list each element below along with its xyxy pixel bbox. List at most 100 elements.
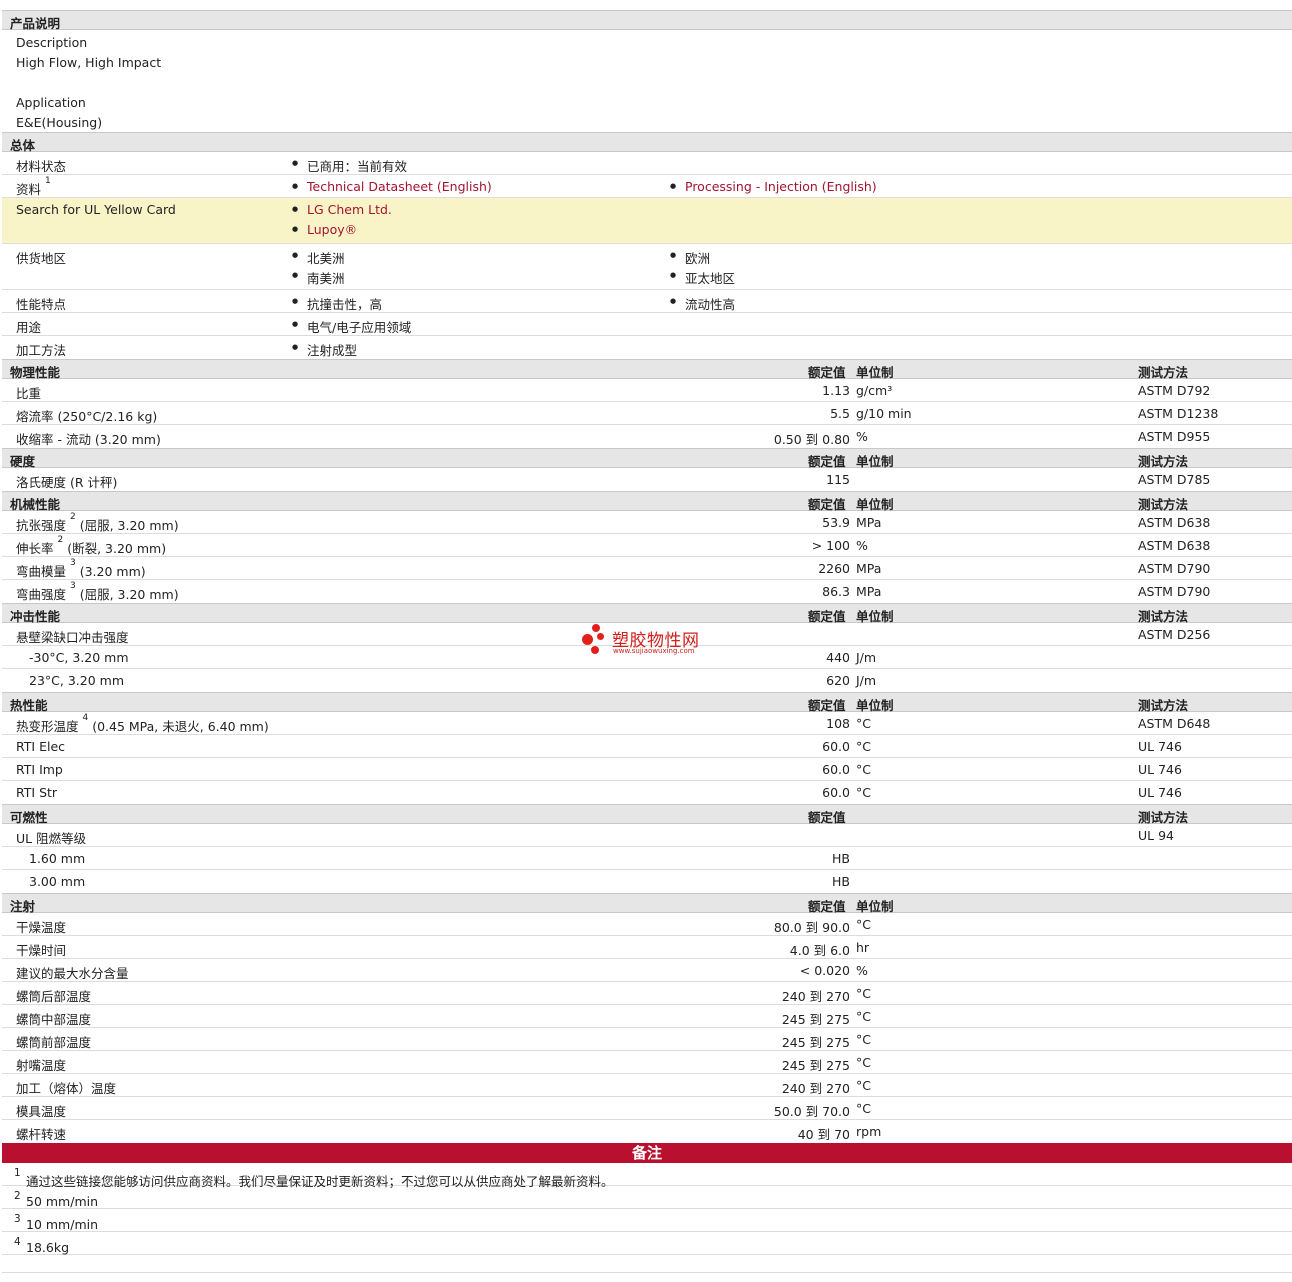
general-row-ul: Search for UL Yellow Card LG Chem Ltd. L…: [2, 198, 1292, 244]
property-row: 加工（熔体）温度 240 到 270 °C: [2, 1074, 1292, 1097]
property-unit: °C: [856, 1032, 871, 1047]
test-method: ASTM D1238: [1138, 406, 1219, 421]
section-impact: 冲击性能 额定值 单位制 测试方法: [2, 603, 1292, 624]
property-row: 23°C, 3.20 mm 620 J/m: [2, 669, 1292, 692]
section-hardness: 硬度 额定值 单位制 测试方法: [2, 448, 1292, 469]
property-unit: rpm: [856, 1124, 882, 1139]
application-label: Application: [16, 95, 86, 110]
property-row: 螺筒中部温度 245 到 275 °C: [2, 1005, 1292, 1028]
test-method: UL 94: [1138, 828, 1174, 843]
footnote-text: 10 mm/min: [26, 1217, 99, 1232]
footnote: 2 50 mm/min: [2, 1186, 1292, 1209]
test-method: ASTM D790: [1138, 584, 1211, 599]
property-row: 比重 1.13 g/cm³ ASTM D792: [2, 379, 1292, 402]
use-item: 电气/电子应用领域: [292, 317, 411, 336]
property-label: 螺筒中部温度: [16, 1012, 92, 1027]
logo-dot: [582, 634, 593, 645]
property-value: 40 到 70: [797, 1127, 850, 1142]
supplier-link[interactable]: LG Chem Ltd.: [292, 202, 392, 217]
property-unit: °C: [856, 716, 871, 731]
section-injection: 注射 额定值 单位制: [2, 893, 1292, 914]
property-value: > 100: [811, 538, 850, 553]
logo-dot: [597, 633, 604, 640]
footnote-ref: 1: [45, 176, 51, 186]
product-description: Description High Flow, High Impact Appli…: [2, 30, 1292, 132]
property-label: 1.60 mm: [29, 851, 86, 866]
property-value: 0.50 到 0.80: [773, 432, 850, 447]
property-label: 伸长率 2 (断裂, 3.20 mm): [16, 535, 167, 556]
watermark-logo: 塑胶物性网 www.sujiaowuxing.com: [582, 624, 722, 660]
footnote-number: 2: [14, 1190, 21, 1202]
property-row: 1.60 mm HB: [2, 847, 1292, 870]
row-label: 性能特点: [16, 297, 67, 312]
property-value: 80.0 到 90.0: [773, 920, 850, 935]
property-label: 热变形温度 4 (0.45 MPa, 未退火, 6.40 mm): [16, 713, 269, 734]
tds-link[interactable]: Technical Datasheet (English): [292, 179, 492, 194]
property-row: RTI Imp 60.0 °C UL 746: [2, 758, 1292, 781]
property-label: 螺筒前部温度: [16, 1035, 92, 1050]
property-label: 建议的最大水分含量: [16, 966, 129, 981]
property-unit: %: [856, 538, 868, 553]
property-value: 245 到 275: [781, 1035, 850, 1050]
property-unit: hr: [856, 940, 870, 955]
property-label: 弯曲强度 3 (屈服, 3.20 mm): [16, 581, 179, 602]
property-value: 108: [826, 716, 850, 731]
footnote-ref: 3: [70, 581, 76, 591]
test-method: ASTM D955: [1138, 429, 1211, 444]
property-label: UL 阻燃等级: [16, 831, 87, 846]
process-item: 注射成型: [292, 340, 357, 359]
description-label: Description: [16, 35, 88, 50]
property-row: 干燥温度 80.0 到 90.0 °C: [2, 913, 1292, 936]
property-unit: g/10 min: [856, 406, 912, 421]
property-row: 模具温度 50.0 到 70.0 °C: [2, 1097, 1292, 1120]
test-method: UL 746: [1138, 739, 1182, 754]
property-value: 1.13: [822, 383, 850, 398]
property-value: 5.5: [830, 406, 850, 421]
property-label: 弯曲模量 3 (3.20 mm): [16, 558, 146, 579]
property-row: RTI Str 60.0 °C UL 746: [2, 781, 1292, 804]
footnote: 4 18.6kg: [2, 1232, 1292, 1255]
logo-dot: [592, 624, 600, 632]
property-label: 悬壁梁缺口冲击强度: [16, 630, 129, 645]
watermark-url: www.sujiaowuxing.com: [613, 647, 695, 655]
property-row: 收缩率 - 流动 (3.20 mm) 0.50 到 0.80% ASTM D955: [2, 425, 1292, 448]
brand-link[interactable]: Lupoy®: [292, 222, 357, 237]
property-label: 螺筒后部温度: [16, 989, 92, 1004]
processing-link[interactable]: Processing - Injection (English): [670, 179, 877, 194]
region-item: 欧洲: [670, 248, 710, 267]
notes-header: 备注: [2, 1143, 1292, 1163]
property-value: 2260: [818, 561, 850, 576]
property-value: 240 到 270: [781, 989, 850, 1004]
property-value: 440: [826, 650, 850, 665]
property-row: 弯曲模量 3 (3.20 mm) 2260 MPa ASTM D790: [2, 557, 1292, 580]
property-label: RTI Imp: [16, 762, 63, 777]
property-row: 弯曲强度 3 (屈服, 3.20 mm) 86.3 MPa ASTM D790: [2, 580, 1292, 603]
property-unit: °C: [856, 986, 871, 1001]
notes-list: 1 通过这些链接您能够访问供应商资料。我们尽量保证及时更新资料；不过您可以从供应…: [2, 1163, 1292, 1255]
property-row: 热变形温度 4 (0.45 MPa, 未退火, 6.40 mm) 108 °C AST…: [2, 712, 1292, 735]
property-row: 抗张强度 2 (屈服, 3.20 mm) 53.9 MPa ASTM D638: [2, 511, 1292, 534]
property-unit: MPa: [856, 515, 882, 530]
section-physical: 物理性能 额定值 单位制 测试方法: [2, 359, 1292, 380]
property-unit: MPa: [856, 561, 882, 576]
property-label: RTI Elec: [16, 739, 66, 754]
section-general: 总体: [2, 132, 1292, 153]
property-label: 螺杆转速: [16, 1127, 67, 1142]
logo-dot: [591, 646, 599, 654]
footnote-number: 4: [14, 1236, 21, 1248]
property-value: 4.0 到 6.0: [789, 943, 850, 958]
general-row-use: 用途 电气/电子应用领域: [2, 313, 1292, 336]
section-product: 产品说明: [2, 10, 1292, 31]
property-unit: %: [856, 429, 868, 444]
status-value: 已商用：当前有效: [292, 156, 407, 175]
property-label: 熔流率 (250°C/2.16 kg): [16, 409, 158, 424]
property-value: 620: [826, 673, 850, 688]
section-flammability: 可燃性 额定值 测试方法: [2, 804, 1292, 825]
property-sections: 物理性能 额定值 单位制 测试方法 比重 1.13 g/cm³ ASTM D792 熔流率 (2…: [2, 359, 1292, 1143]
property-value: 245 到 275: [781, 1058, 850, 1073]
property-label: -30°C, 3.20 mm: [29, 650, 129, 665]
test-method: UL 746: [1138, 762, 1182, 777]
property-label: 收缩率 - 流动 (3.20 mm): [16, 432, 161, 447]
property-value: HB: [832, 874, 850, 889]
test-method: ASTM D785: [1138, 472, 1211, 487]
